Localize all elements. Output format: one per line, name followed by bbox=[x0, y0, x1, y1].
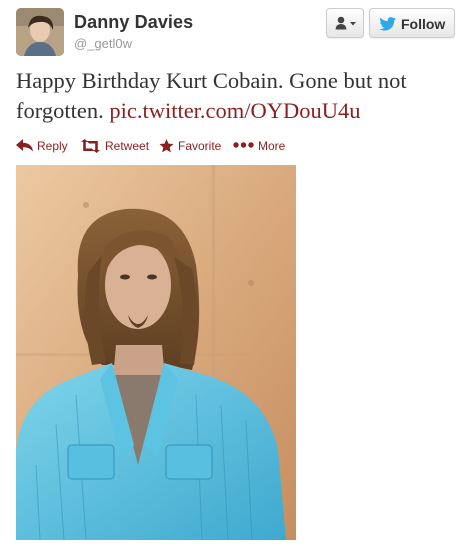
follow-label: Follow bbox=[401, 16, 446, 32]
favorite-label: Favorite bbox=[178, 139, 222, 153]
more-label: More bbox=[258, 139, 286, 153]
retweet-icon bbox=[81, 139, 100, 153]
star-icon bbox=[159, 139, 174, 153]
user-handle[interactable]: @_getl0w bbox=[74, 36, 132, 51]
user-dropdown-icon bbox=[335, 16, 356, 30]
retweet-label: Retweet bbox=[105, 139, 150, 153]
avatar[interactable] bbox=[16, 8, 64, 56]
tweet-card: Danny Davies @_getl0w Follow Happy Birth… bbox=[0, 0, 462, 548]
tweet-photo[interactable] bbox=[16, 165, 296, 540]
user-dropdown-button[interactable] bbox=[326, 8, 364, 38]
twitter-bird-icon bbox=[379, 17, 397, 31]
more-dots-icon bbox=[233, 142, 254, 148]
photo-image bbox=[16, 165, 296, 540]
user-name[interactable]: Danny Davies bbox=[74, 12, 193, 33]
reply-label: Reply bbox=[37, 139, 68, 153]
tweet-media-link[interactable]: pic.twitter.com/OYDouU4u bbox=[109, 98, 360, 123]
tweet-text: Happy Birthday Kurt Cobain. Gone but not… bbox=[16, 66, 446, 126]
reply-arrow-icon bbox=[16, 139, 33, 152]
follow-button[interactable]: Follow bbox=[369, 8, 455, 38]
